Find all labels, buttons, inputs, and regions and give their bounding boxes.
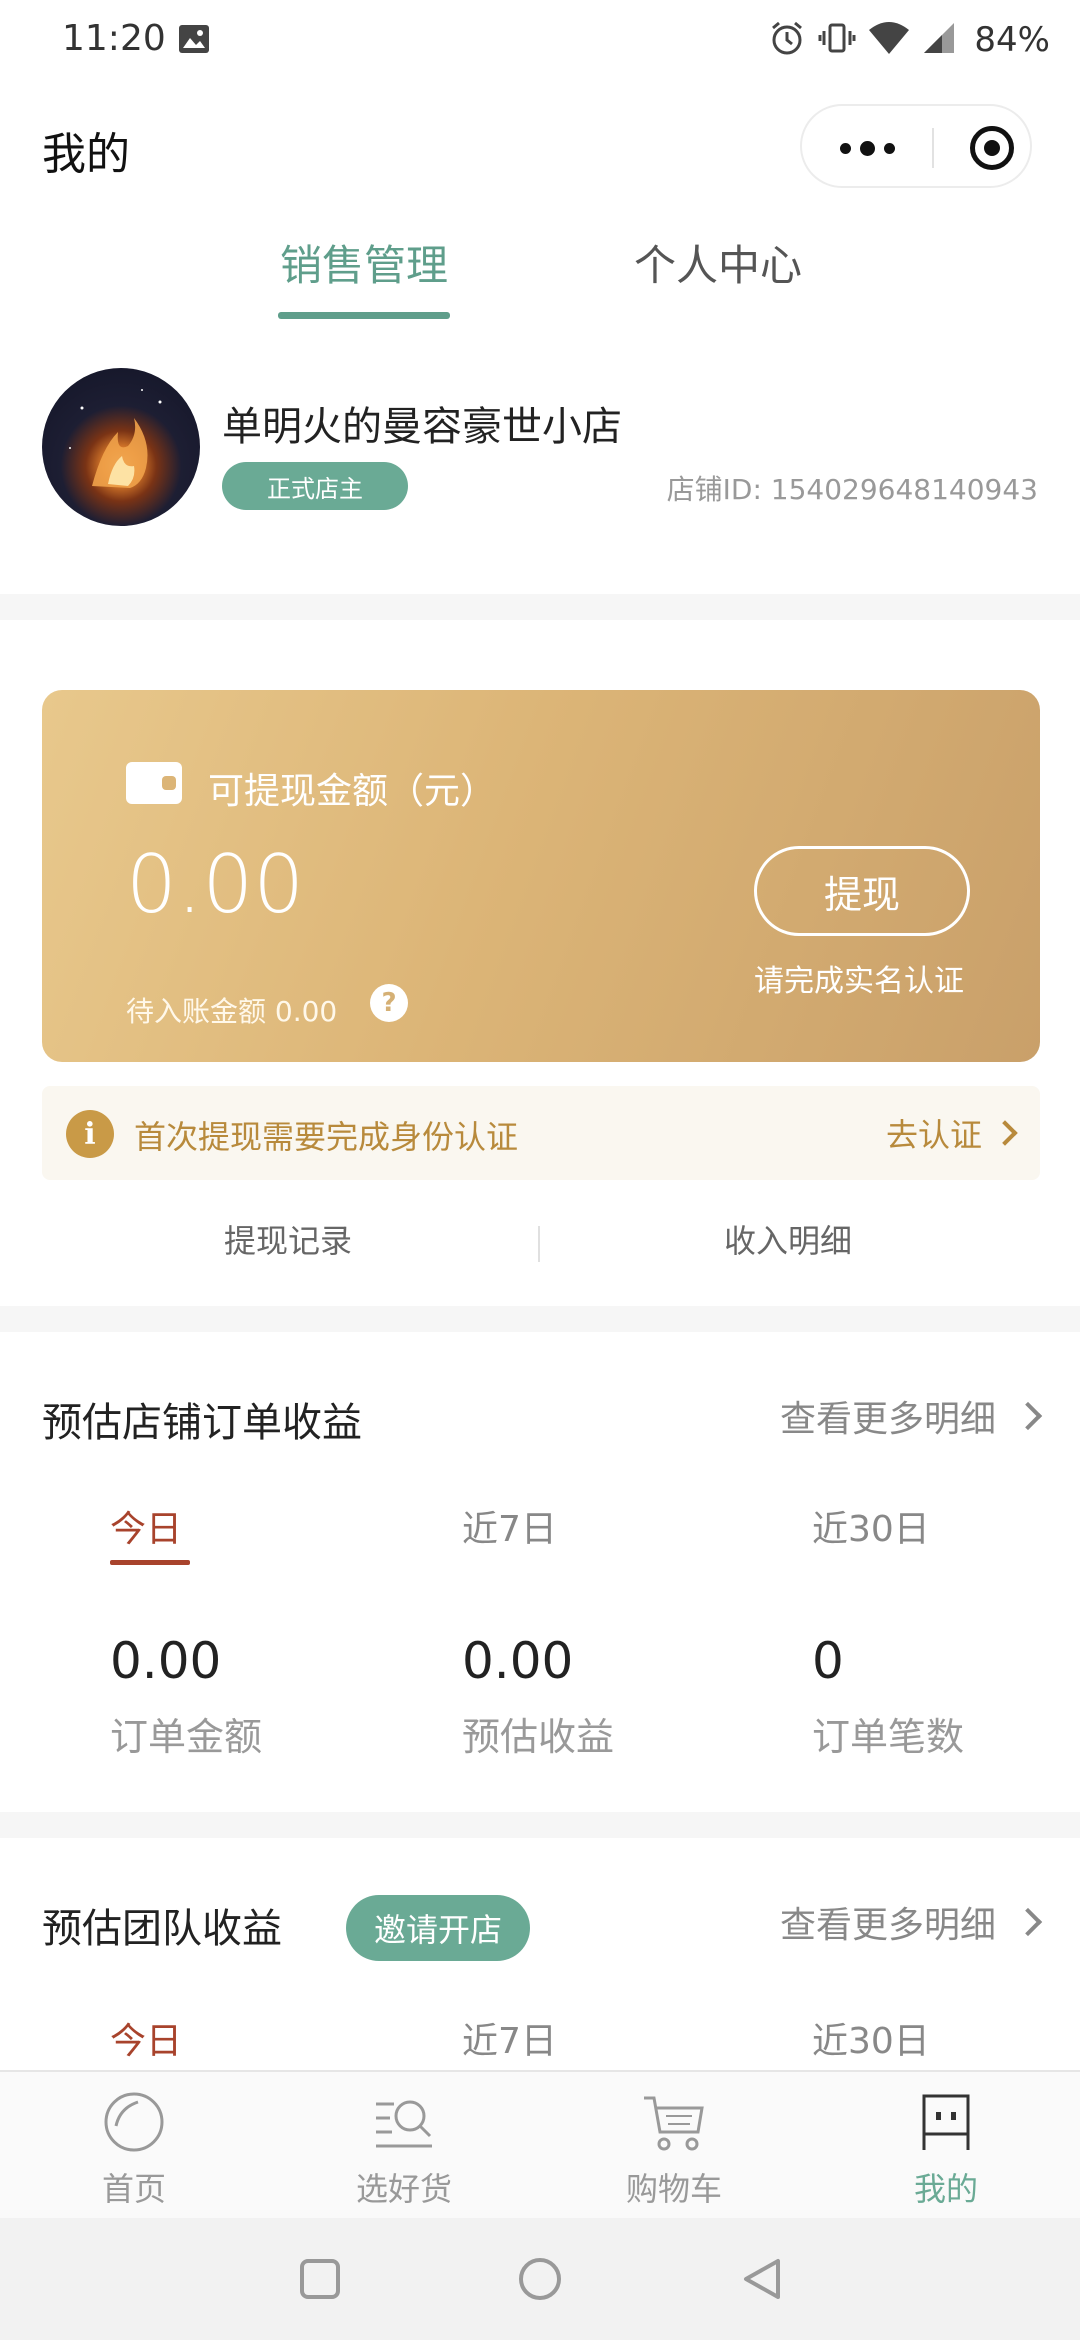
- go-verify-link[interactable]: 去认证: [885, 1110, 1018, 1156]
- status-icons: 84%: [768, 16, 1050, 64]
- order-amount-label: 订单金额: [110, 1715, 263, 1759]
- capsule-divider: [932, 128, 934, 168]
- income-detail-link[interactable]: 收入明细: [724, 1216, 852, 1262]
- close-miniprogram-button[interactable]: [970, 126, 1014, 170]
- nav-cart-label: 购物车: [625, 2170, 722, 2208]
- more-link-label: 查看更多明细: [779, 1399, 996, 1440]
- withdraw-record-link[interactable]: 提现记录: [224, 1216, 352, 1262]
- dot-icon: [883, 142, 895, 154]
- avatar[interactable]: [42, 368, 200, 526]
- estimated-income-value: 0.00: [462, 1632, 574, 1690]
- miniprogram-capsule: [800, 104, 1032, 188]
- nav-home-label: 首页: [101, 2170, 166, 2208]
- square-icon: [300, 2259, 340, 2299]
- tab-personal-center[interactable]: 个人中心: [634, 232, 802, 293]
- active-tab-indicator: [278, 312, 450, 319]
- status-bar: 11:20 84%: [0, 0, 1080, 82]
- help-icon[interactable]: ?: [370, 984, 408, 1022]
- order-count-value: 0: [812, 1632, 844, 1690]
- search-goods-icon: [376, 2100, 432, 2148]
- more-link-label: 查看更多明细: [779, 1905, 996, 1946]
- period-tab-today[interactable]: 今日: [110, 1500, 182, 1552]
- bottom-navigation: 首页 选好货 购物车 我的: [0, 2070, 1080, 2218]
- image-icon: [178, 24, 210, 58]
- section-separator: [0, 1812, 1080, 1838]
- verification-notice[interactable]: i 首次提现需要完成身份认证 去认证: [42, 1086, 1040, 1180]
- back-button[interactable]: [702, 2218, 822, 2340]
- dot-icon: [839, 142, 851, 154]
- page-title: 我的: [42, 129, 130, 180]
- nav-select-goods[interactable]: 选好货: [304, 2072, 504, 2220]
- notice-text: 首次提现需要完成身份认证: [134, 1118, 519, 1156]
- verify-hint: 请完成实名认证: [754, 964, 964, 999]
- system-navigation-bar: [0, 2218, 1080, 2340]
- vibrate-icon: [818, 19, 856, 61]
- tab-sales-management[interactable]: 销售管理: [280, 232, 448, 293]
- top-tabs: 销售管理 个人中心: [0, 232, 1080, 328]
- order-amount-value: 0.00: [110, 1632, 222, 1690]
- nav-home[interactable]: 首页: [34, 2072, 234, 2220]
- signal-icon: [922, 21, 956, 59]
- dot-icon: [859, 140, 875, 156]
- recent-apps-button[interactable]: [260, 2218, 380, 2340]
- order-count-label: 订单笔数: [812, 1715, 965, 1759]
- battery-percent: 84%: [974, 20, 1050, 60]
- withdrawable-label: 可提现金额（元）: [208, 771, 497, 812]
- period-tab-30-days[interactable]: 近30日: [812, 1500, 930, 1552]
- active-period-indicator: [110, 1560, 190, 1565]
- balance-card: 可提现金额（元） 0.00 待入账金额 0.00 ? 提现 请完成实名认证: [42, 690, 1040, 1062]
- section-separator: [0, 594, 1080, 620]
- wifi-icon: [868, 20, 910, 60]
- team-period-tab-7-days[interactable]: 近7日: [462, 2012, 557, 2064]
- team-earnings-more-link[interactable]: 查看更多明细: [779, 1896, 1043, 1948]
- cart-icon: [644, 2096, 704, 2151]
- invite-open-shop-button[interactable]: 邀请开店: [346, 1895, 530, 1961]
- team-period-tab-30-days[interactable]: 近30日: [812, 2012, 930, 2064]
- shop-earnings-title: 预估店铺订单收益: [42, 1400, 362, 1446]
- more-options-button[interactable]: [802, 106, 932, 190]
- shop-id: 店铺ID: 154029648140943: [666, 473, 1038, 506]
- team-earnings-title: 预估团队收益: [42, 1906, 282, 1952]
- home-button[interactable]: [480, 2218, 600, 2340]
- wallet-icon: [126, 762, 182, 804]
- team-period-tab-today[interactable]: 今日: [110, 2012, 182, 2064]
- shop-name: 单明火的曼容豪世小店: [222, 404, 622, 450]
- record-links: 提现记录 收入明细: [0, 1206, 1080, 1278]
- divider: [538, 1226, 540, 1262]
- chevron-right-icon: [1013, 1401, 1043, 1431]
- nav-mine[interactable]: 我的: [846, 2072, 1046, 2220]
- estimated-income-label: 预估收益: [462, 1715, 615, 1759]
- period-tab-7-days[interactable]: 近7日: [462, 1500, 557, 1552]
- shop-earnings-more-link[interactable]: 查看更多明细: [779, 1390, 1043, 1442]
- alarm-icon: [768, 19, 806, 61]
- back-triangle-icon: [744, 2259, 780, 2299]
- nav-mine-label: 我的: [913, 2170, 978, 2208]
- section-separator: [0, 1306, 1080, 1332]
- withdraw-button[interactable]: 提现: [754, 846, 970, 936]
- owner-badge: 正式店主: [222, 462, 408, 510]
- circle-icon: [519, 2258, 561, 2300]
- pending-amount: 待入账金额 0.00: [126, 995, 338, 1028]
- go-verify-label: 去认证: [885, 1116, 982, 1154]
- status-time: 11:20: [62, 18, 166, 59]
- withdrawable-amount: 0.00: [126, 838, 305, 931]
- info-icon: i: [66, 1110, 114, 1158]
- nav-cart[interactable]: 购物车: [574, 2072, 774, 2220]
- chevron-right-icon: [1013, 1907, 1043, 1937]
- title-bar: 我的: [0, 90, 1080, 200]
- home-icon: [104, 2092, 164, 2152]
- profile-icon: [922, 2094, 970, 2150]
- nav-select-goods-label: 选好货: [355, 2170, 452, 2208]
- chevron-right-icon: [992, 1120, 1018, 1146]
